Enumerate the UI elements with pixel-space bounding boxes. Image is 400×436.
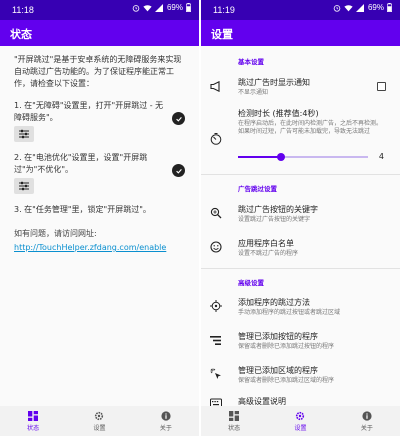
open-accessibility-settings-button[interactable] xyxy=(14,126,34,142)
alarm-icon xyxy=(333,4,341,12)
page-title: 状态 xyxy=(10,28,32,41)
battery-percent: 69% xyxy=(367,3,384,12)
clock: 11:19 xyxy=(213,5,235,15)
status-screen: 11:18 69% 状态 "开屏跳过"是基于安卓系统的无障碍服务来实现自动跳过广… xyxy=(0,0,199,436)
bottom-navigation: 状态 设置 关于 xyxy=(0,406,199,436)
system-status-bar: 11:18 69% xyxy=(0,0,199,20)
step-text: 2. 在"电池优化"设置里，设置"开屏跳过"为"不优化"。 xyxy=(14,153,148,174)
timer-icon xyxy=(209,132,223,146)
notify-title: 跳过广告时显示通知 xyxy=(238,78,310,87)
dashboard-icon xyxy=(229,410,240,421)
nav-settings[interactable]: 设置 xyxy=(267,406,333,436)
battery-icon xyxy=(186,3,191,12)
divider xyxy=(201,268,400,269)
step-battery: 2. 在"电池优化"设置里，设置"开屏跳过"为"不优化"。 xyxy=(14,152,164,176)
settings-list: 基本设置 跳过广告时显示通知 不显示通知 检测时长 (推荐值:4秒) 在程序启动… xyxy=(201,46,400,406)
app-bar: 状态 xyxy=(0,20,199,46)
add-method-title[interactable]: 添加程序的跳过方法 xyxy=(238,297,310,308)
dashboard-icon xyxy=(28,410,39,421)
clock: 11:18 xyxy=(12,5,34,15)
divider xyxy=(201,174,400,175)
sort-lines-icon xyxy=(209,333,223,347)
gear-icon xyxy=(95,411,104,420)
search-keyword-icon xyxy=(209,206,223,220)
keywords-subtitle: 设置跳过广告按钮的关键字 xyxy=(238,216,311,223)
slider-fill xyxy=(238,156,281,158)
advanced-help-title[interactable]: 高级设置说明 xyxy=(238,396,286,406)
step-2-done-icon xyxy=(172,164,185,177)
battery-icon xyxy=(387,3,392,12)
tune-icon xyxy=(19,181,29,191)
megaphone-icon xyxy=(209,79,223,93)
alarm-icon xyxy=(132,4,140,12)
whitelist-title[interactable]: 应用程序白名单 xyxy=(238,238,294,249)
keyboard-icon xyxy=(209,396,223,406)
nav-settings-label: 设置 xyxy=(294,424,307,432)
nav-status[interactable]: 状态 xyxy=(201,406,267,436)
step-1-done-icon xyxy=(172,112,185,125)
nav-settings[interactable]: 设置 xyxy=(66,406,132,436)
nav-about-label: 关于 xyxy=(159,424,172,432)
gear-icon xyxy=(296,411,305,420)
keywords-title[interactable]: 跳过广告按钮的关键字 xyxy=(238,204,318,215)
signal-icon xyxy=(154,3,163,12)
page-title: 设置 xyxy=(211,28,233,41)
nav-settings-label: 设置 xyxy=(93,424,106,432)
nav-about-label: 关于 xyxy=(360,424,373,432)
settings-screen: 11:19 69% 设置 基本设置 跳过广告时显示通知 不显示通知 检测时长 (… xyxy=(201,0,400,436)
duration-subtitle: 在程序启动后，在此时间内检测广告，之后不再检测。如果时间过短，广告可能未加载完，… xyxy=(238,120,383,135)
tune-icon xyxy=(19,129,29,139)
nav-about[interactable]: 关于 xyxy=(334,406,400,436)
crosshair-icon xyxy=(209,299,223,313)
notify-subtitle: 不显示通知 xyxy=(238,89,269,96)
smiley-icon xyxy=(209,240,223,254)
step-accessibility: 1. 在"无障碍"设置里，打开"开屏跳过 - 无障碍服务"。 xyxy=(14,100,164,124)
nav-about[interactable]: 关于 xyxy=(133,406,199,436)
system-status-bar: 11:19 69% xyxy=(201,0,400,20)
add-method-subtitle: 手动添加程序的跳过按钮或者跳过区域 xyxy=(238,309,341,316)
step-text: 3. 在"任务管理"里，锁定"开屏跳过"。 xyxy=(14,205,151,214)
open-battery-settings-button[interactable] xyxy=(14,178,34,194)
manage-regions-subtitle: 保留或者删除已添加跳过区域的程序 xyxy=(238,377,335,384)
manage-buttons-subtitle: 保留或者删除已添加跳过按钮的程序 xyxy=(238,343,335,350)
section-header-skip-ad: 广告跳过设置 xyxy=(238,185,277,193)
battery-percent: 69% xyxy=(166,3,183,12)
duration-value: 4 xyxy=(378,152,384,161)
whitelist-subtitle: 设置不跳过广告的程序 xyxy=(238,250,299,257)
status-content: "开屏跳过"是基于安卓系统的无障碍服务来实现自动跳过广告功能的。为了保证程序能正… xyxy=(0,46,199,406)
section-header-basic: 基本设置 xyxy=(238,58,264,66)
help-text: 如有问题，请访问网址: xyxy=(14,229,97,238)
signal-icon xyxy=(355,3,364,12)
info-icon xyxy=(161,410,171,421)
nav-status[interactable]: 状态 xyxy=(0,406,66,436)
duration-slider[interactable] xyxy=(238,153,368,161)
intro-text: "开屏跳过"是基于安卓系统的无障碍服务来实现自动跳过广告功能的。为了保证程序能正… xyxy=(14,55,182,88)
notify-checkbox[interactable] xyxy=(377,82,386,91)
wifi-icon xyxy=(143,4,152,11)
help-link[interactable]: http://TouchHelper.zfdang.com/enable xyxy=(14,243,166,252)
duration-title: 检测时长 (推荐值:4秒) xyxy=(238,109,319,118)
select-region-icon xyxy=(209,367,223,381)
section-header-advanced: 高级设置 xyxy=(238,279,264,287)
slider-thumb[interactable] xyxy=(276,153,285,161)
info-icon xyxy=(362,410,372,421)
step-task-manager: 3. 在"任务管理"里，锁定"开屏跳过"。 xyxy=(14,204,186,216)
app-bar: 设置 xyxy=(201,20,400,46)
nav-status-label: 状态 xyxy=(27,424,40,432)
nav-status-label: 状态 xyxy=(228,424,241,432)
wifi-icon xyxy=(344,4,353,11)
manage-regions-title[interactable]: 管理已添加区域的程序 xyxy=(238,365,318,376)
bottom-navigation: 状态 设置 关于 xyxy=(201,406,400,436)
step-text: 1. 在"无障碍"设置里，打开"开屏跳过 - 无障碍服务"。 xyxy=(14,101,164,122)
manage-buttons-title[interactable]: 管理已添加按钮的程序 xyxy=(238,331,318,342)
